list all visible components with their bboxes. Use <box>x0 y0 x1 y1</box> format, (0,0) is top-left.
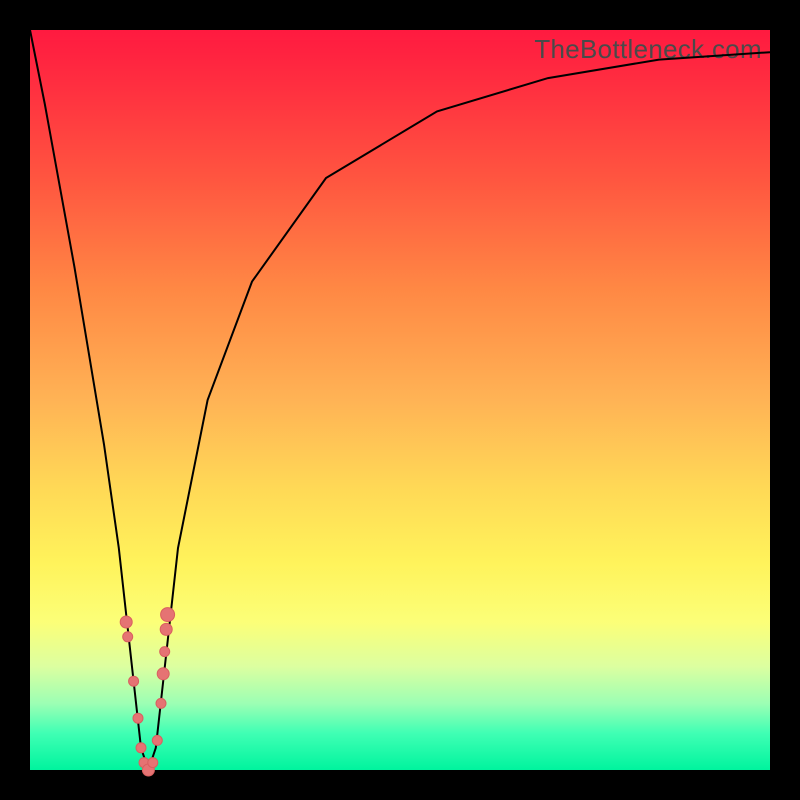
plot-area: TheBottleneck.com <box>30 30 770 770</box>
marker-point <box>156 698 166 708</box>
marker-point <box>148 758 158 768</box>
marker-point <box>136 743 146 753</box>
marker-point <box>123 632 133 642</box>
curve-layer <box>30 30 770 770</box>
marker-point <box>129 676 139 686</box>
marker-point <box>160 623 172 635</box>
marker-point <box>161 608 175 622</box>
marker-point <box>160 647 170 657</box>
marker-point <box>152 735 162 745</box>
bottleneck-curve <box>30 30 770 770</box>
marker-point <box>133 713 143 723</box>
chart-frame: TheBottleneck.com <box>0 0 800 800</box>
marker-point <box>157 668 169 680</box>
marker-point <box>120 616 132 628</box>
marker-group <box>120 608 174 776</box>
